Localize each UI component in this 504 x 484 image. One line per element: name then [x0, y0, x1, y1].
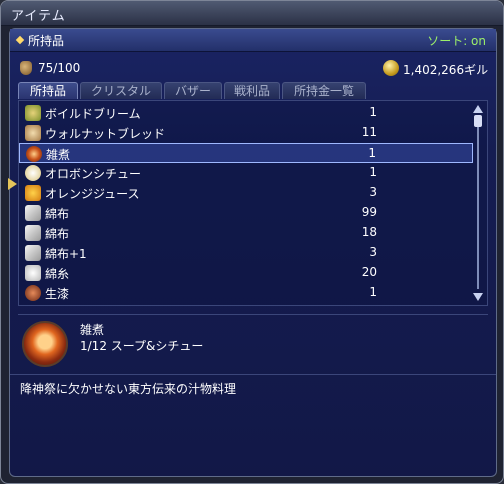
juice-icon	[25, 185, 41, 201]
tab-bar: 所持品 クリスタル バザー 戦利品 所持金一覧	[18, 82, 488, 100]
panel-header: 所持品 ソート: on	[10, 29, 496, 52]
thread-icon	[25, 265, 41, 281]
list-item-selected[interactable]: 雑煮 1	[19, 143, 473, 163]
fish-icon	[25, 105, 41, 121]
list-item[interactable]: オロボンシチュー 1	[19, 163, 473, 183]
list-item[interactable]: オレンジジュース 3	[19, 183, 473, 203]
item-detail: 雑煮 1/12 スープ&シチュー	[18, 314, 488, 373]
cloth-icon	[25, 225, 41, 241]
detail-stack-info: 1/12 スープ&シチュー	[80, 339, 204, 353]
tab-crystal[interactable]: クリスタル	[80, 82, 162, 99]
scroll-track[interactable]	[477, 117, 479, 289]
soup-bowl-icon	[22, 321, 68, 367]
tab-currency-list[interactable]: 所持金一覧	[282, 82, 366, 99]
item-window: アイテム 所持品 ソート: on 75/100 1,402,266ギル 所持品 …	[0, 0, 504, 484]
cloth-icon	[25, 245, 41, 261]
window-title: アイテム	[11, 9, 66, 24]
item-list-scrollbar[interactable]	[473, 105, 483, 301]
scroll-down-icon[interactable]	[473, 293, 483, 301]
stew-icon	[25, 165, 41, 181]
list-item[interactable]: 綿布 18	[19, 223, 473, 243]
lacquer-icon	[25, 285, 41, 301]
scroll-thumb[interactable]	[474, 115, 482, 127]
tab-loot[interactable]: 戦利品	[224, 82, 280, 99]
tab-bazaar[interactable]: バザー	[164, 82, 222, 99]
list-item[interactable]: 綿糸 20	[19, 263, 473, 283]
inventory-panel: 所持品 ソート: on 75/100 1,402,266ギル 所持品 クリスタル…	[8, 28, 497, 477]
item-list: ボイルドブリーム 1 ウォルナットブレッド 11 雑煮 1 オロボンシチュー 1…	[8, 100, 488, 306]
divider	[10, 374, 496, 375]
list-item[interactable]: ウォルナットブレッド 11	[19, 123, 473, 143]
soup-bowl-icon	[26, 146, 42, 162]
list-item[interactable]: 生漆 1	[19, 283, 473, 303]
item-count: 75/100	[38, 61, 81, 75]
tab-inventory[interactable]: 所持品	[18, 82, 78, 99]
scroll-up-icon[interactable]	[473, 105, 483, 113]
panel-title: 所持品	[28, 34, 65, 48]
diamond-icon	[15, 35, 25, 45]
cloth-icon	[25, 205, 41, 221]
coins-icon	[383, 60, 399, 76]
list-item[interactable]: 綿布 99	[19, 203, 473, 223]
pointer-icon	[8, 178, 17, 190]
bag-icon	[20, 61, 32, 75]
window-titlebar[interactable]: アイテム	[1, 1, 503, 26]
item-description: 降神祭に欠かせない東方伝来の汁物料理	[20, 382, 237, 396]
bread-icon	[25, 125, 41, 141]
inventory-summary: 75/100 1,402,266ギル	[10, 59, 496, 79]
detail-item-name: 雑煮	[80, 323, 105, 337]
list-item[interactable]: 綿布+1 3	[19, 243, 473, 263]
gil-amount: 1,402,266ギル	[403, 63, 489, 77]
sort-toggle[interactable]: ソート: on	[427, 32, 486, 49]
list-item[interactable]: ボイルドブリーム 1	[19, 103, 473, 123]
